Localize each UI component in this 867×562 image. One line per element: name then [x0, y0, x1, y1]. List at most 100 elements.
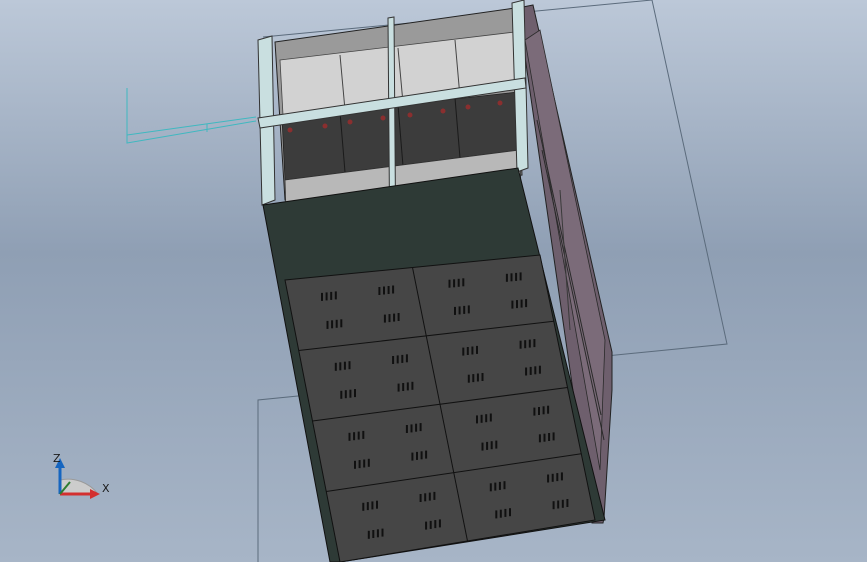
vent-slot: [543, 433, 546, 442]
vent-slot: [401, 354, 404, 363]
vent-slot: [388, 314, 391, 323]
vent-slot: [411, 452, 414, 461]
vent-slot: [425, 521, 428, 530]
vent-slot: [561, 499, 564, 508]
vent-slot: [467, 374, 470, 383]
vent-slot: [490, 441, 493, 450]
vent-slot: [411, 381, 414, 390]
vent-slot: [402, 383, 405, 391]
vent-slot: [396, 355, 399, 364]
vent-slot: [504, 508, 507, 517]
vent-slot: [462, 278, 465, 287]
vent-slot: [371, 501, 374, 510]
vent-slot: [560, 472, 563, 481]
vent-slot: [476, 345, 478, 354]
vent-slot: [467, 305, 470, 314]
vent-slot: [466, 347, 469, 355]
vent-slot: [326, 320, 329, 329]
vent-slot: [405, 354, 408, 363]
vent-slot: [476, 415, 478, 424]
vent-slot: [381, 528, 384, 537]
vent-slot: [457, 278, 460, 287]
vent-slot: [354, 389, 356, 398]
vent-slot: [519, 340, 522, 349]
vent-slot: [533, 339, 536, 348]
vent-slot: [505, 273, 508, 282]
vent-slot: [542, 406, 545, 415]
vent-slot: [325, 292, 328, 301]
vent-slot: [367, 458, 370, 467]
vent-slot: [354, 460, 356, 469]
vent-slot: [383, 314, 386, 323]
vent-slot: [498, 481, 501, 490]
vent-slot: [480, 414, 483, 423]
vent-slot: [511, 300, 514, 309]
vent-slot: [489, 483, 492, 492]
vent-slot: [397, 313, 400, 321]
vent-slot: [557, 500, 560, 509]
vent-slot: [476, 373, 479, 382]
vent-slot: [362, 430, 365, 439]
vent-slot: [520, 299, 523, 308]
vent-slot: [566, 499, 569, 507]
vent-slot: [397, 383, 400, 392]
vent-slot: [485, 414, 488, 423]
vent-slot: [499, 509, 502, 518]
vent-slot: [383, 286, 385, 295]
vent-slot: [349, 389, 352, 398]
vent-slot: [433, 491, 436, 500]
vent-slot: [495, 510, 498, 519]
vent-slot: [552, 432, 555, 441]
vent-slot: [343, 361, 346, 370]
vent-slot: [471, 346, 474, 355]
vent-slot: [486, 441, 489, 450]
vent-slot: [376, 529, 379, 538]
vent-slot: [510, 273, 513, 282]
vent-slot: [416, 451, 418, 460]
vent-slot: [376, 500, 378, 509]
vent-slot: [348, 361, 351, 370]
vent-slot: [424, 493, 427, 502]
vent-slot: [363, 459, 366, 468]
vent-slot: [534, 366, 537, 375]
z-axis-label: Z: [53, 452, 61, 465]
vent-slot: [429, 520, 432, 529]
x-axis-label: X: [102, 482, 110, 495]
vent-slot: [372, 530, 375, 538]
vent-slot: [515, 272, 518, 281]
vent-slot: [340, 319, 343, 328]
vent-slot: [525, 367, 528, 376]
vent-slot: [524, 340, 527, 349]
vent-slot: [378, 287, 381, 295]
vent-slot: [406, 382, 409, 391]
vent-slot: [367, 530, 370, 539]
vent-slot: [415, 423, 418, 432]
vent-slot: [462, 347, 465, 356]
vent-slot: [548, 433, 551, 441]
vent-slot: [538, 407, 540, 415]
vent-slot: [494, 482, 497, 491]
vent-slot: [516, 300, 518, 309]
vent-slot: [344, 390, 347, 399]
vent-slot: [495, 440, 498, 449]
vent-slot: [331, 320, 334, 329]
vent-slot: [434, 520, 437, 529]
vent-slot: [393, 313, 396, 322]
vent-slot: [448, 279, 451, 288]
vent-slot: [458, 306, 461, 315]
vent-slot: [538, 434, 541, 443]
vent-slot: [481, 442, 484, 451]
vent-slot: [420, 451, 423, 460]
vent-slot: [358, 460, 361, 469]
vent-slot: [330, 291, 333, 300]
vent-slot: [357, 431, 360, 440]
model-scene[interactable]: Z X: [0, 0, 867, 562]
vent-slot: [335, 319, 338, 328]
vent-slot: [425, 450, 428, 459]
vent-slot: [489, 413, 492, 422]
vent-slot: [339, 362, 342, 371]
vent-slot: [405, 425, 408, 433]
cad-viewport[interactable]: Z X: [0, 0, 867, 562]
vent-slot: [410, 424, 413, 433]
vent-slot: [340, 390, 343, 399]
